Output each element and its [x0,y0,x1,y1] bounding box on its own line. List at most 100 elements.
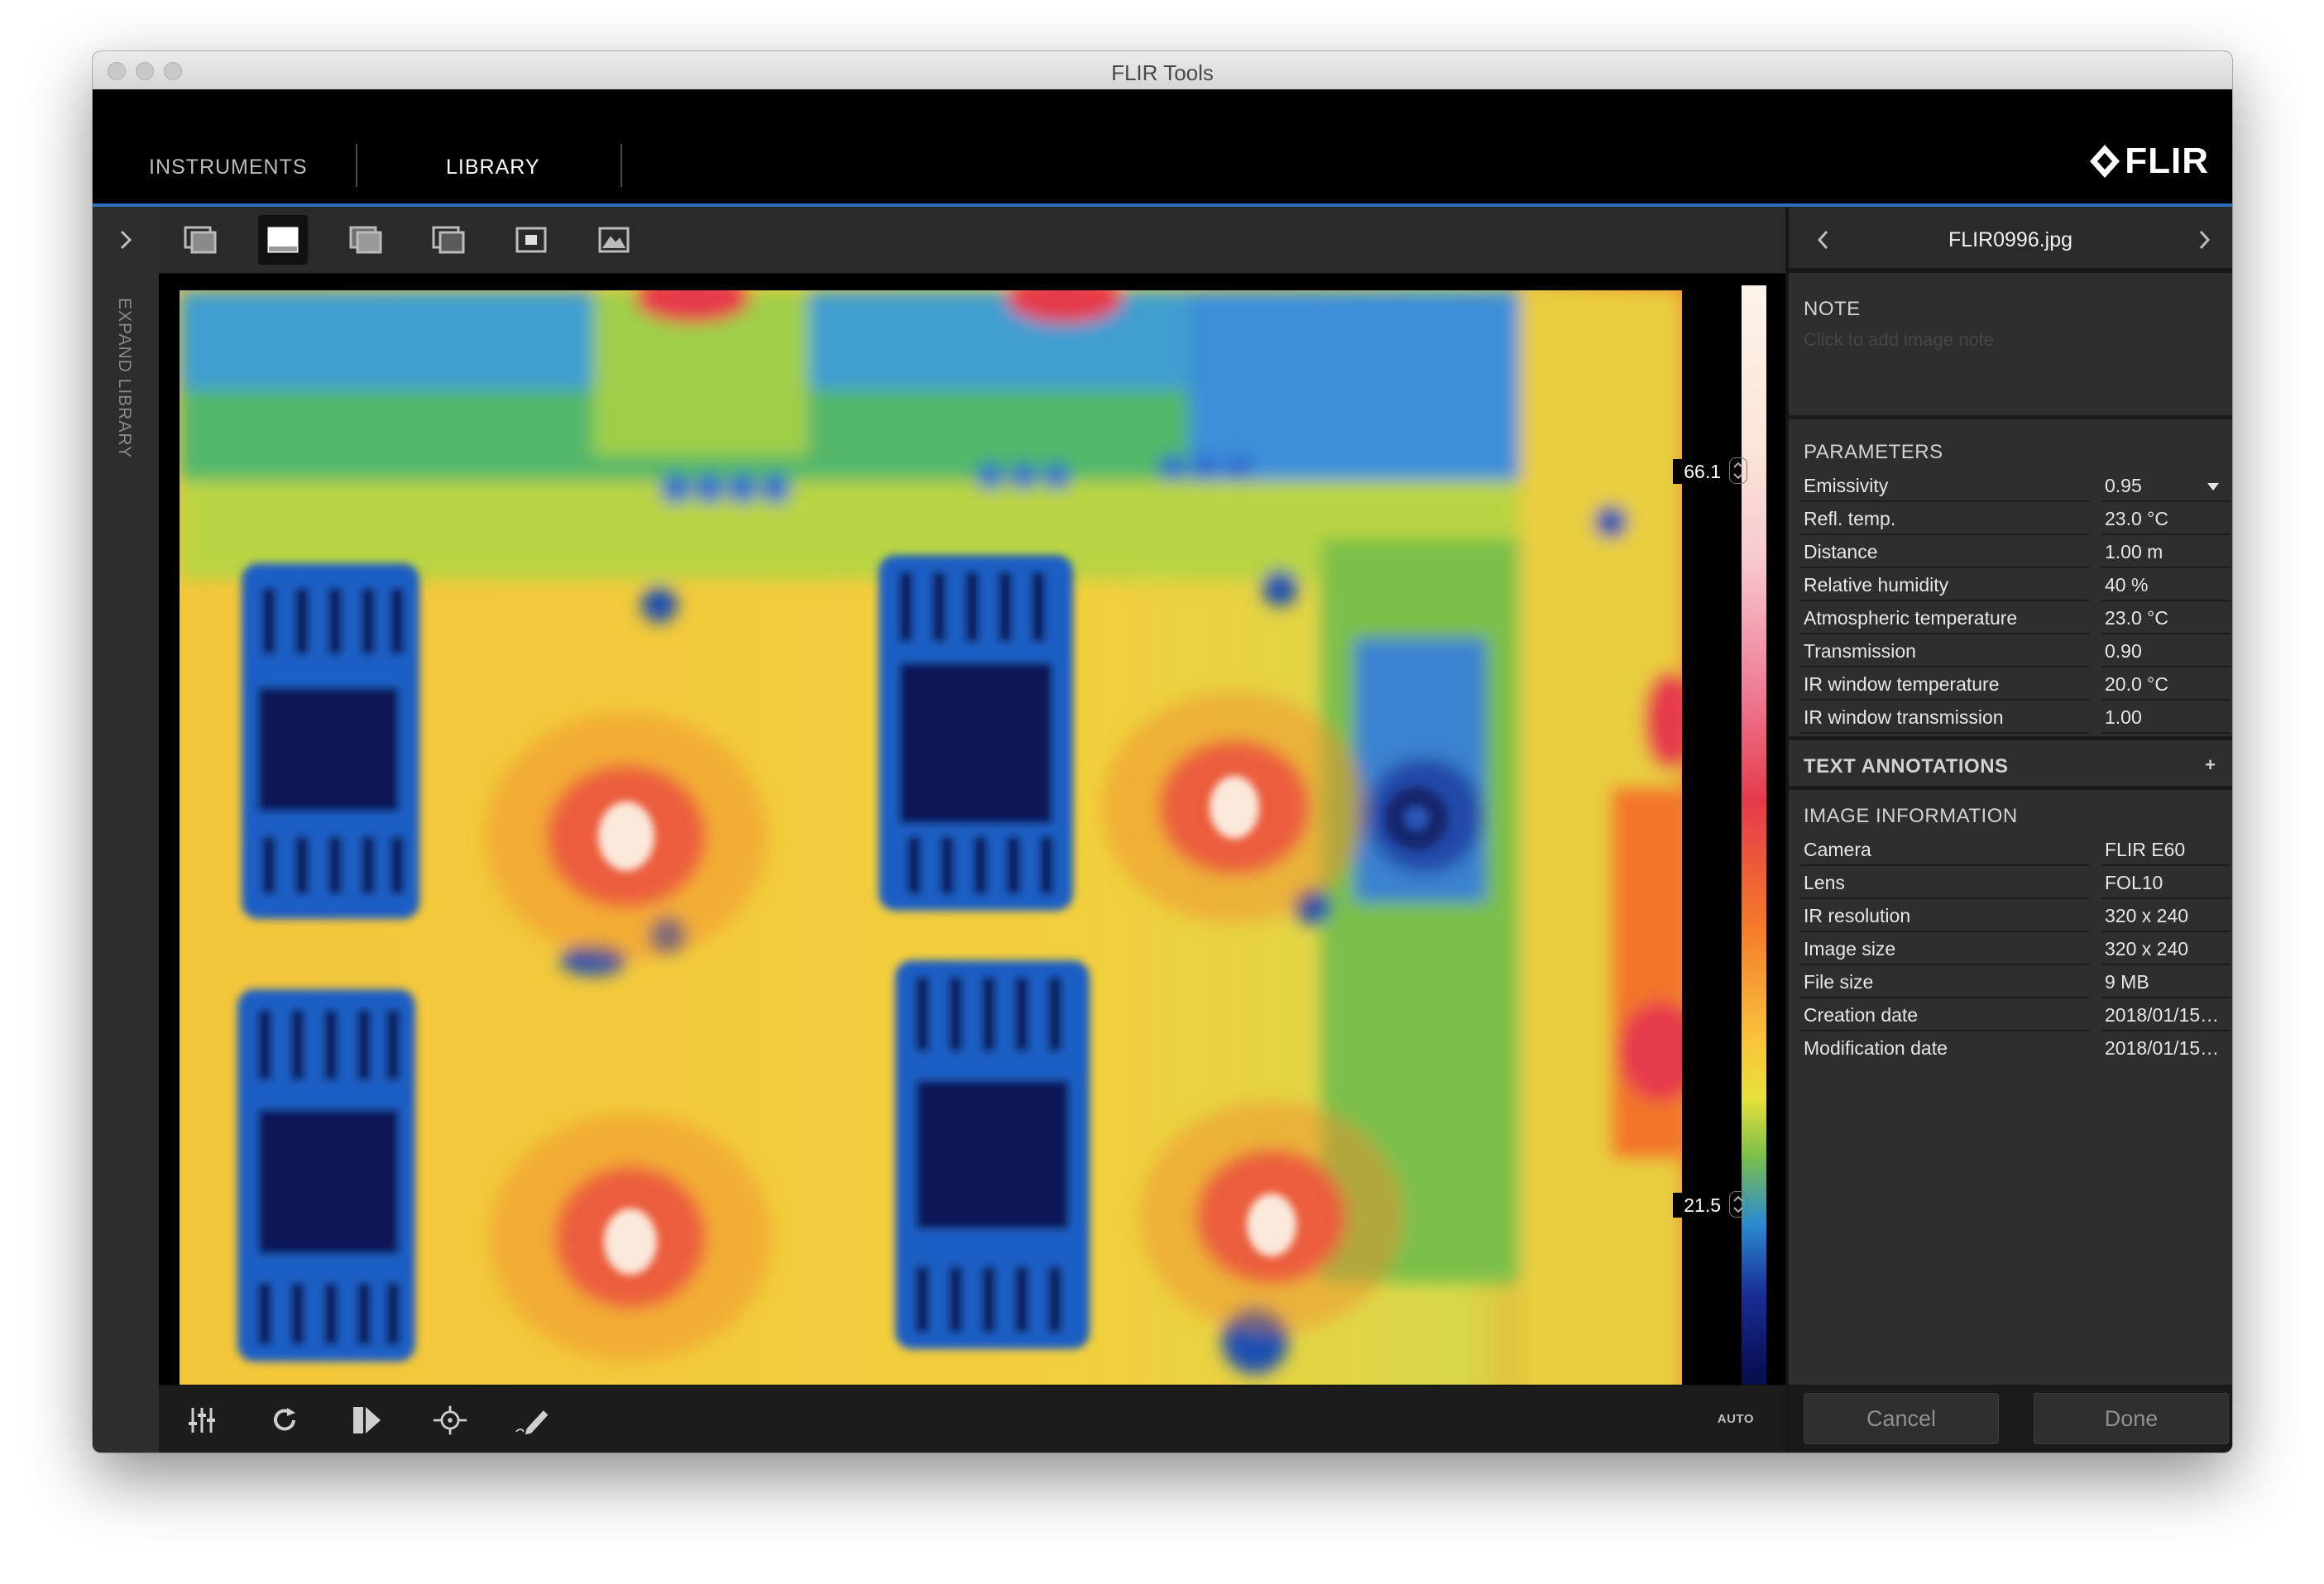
thermal-blending-button[interactable] [424,215,473,265]
info-row-image-size: Image size 320 x 240 [1789,933,2232,966]
auto-scale-label[interactable]: AUTO [1718,1412,1754,1426]
add-annotation-button[interactable]: + [2205,754,2216,776]
tab-instruments[interactable]: INSTRUMENTS [149,156,308,179]
cancel-button[interactable]: Cancel [1804,1393,1999,1444]
param-value-field[interactable]: 20.0 °C [2105,673,2227,696]
info-value: 9 MB [2105,971,2149,993]
done-button[interactable]: Done [2034,1393,2229,1444]
param-label: Refl. temp. [1804,508,1896,529]
measurement-tool-button[interactable] [432,1402,468,1438]
tab-library[interactable]: LIBRARY [446,156,540,179]
panel-footer: Cancel Done [1789,1385,2232,1452]
thermal-msx-icon [349,226,382,254]
digital-photo-button[interactable] [589,215,639,265]
image-mode-toolbar [159,207,1785,274]
info-row-camera: Camera FLIR E60 [1789,834,2232,867]
palette-icon [353,1407,381,1433]
param-label: Distance [1804,541,1878,562]
palette-button[interactable] [349,1402,386,1438]
tab-divider [356,144,357,187]
parameters-section-title: PARAMETERS [1804,441,1943,463]
section-divider [1789,415,2232,419]
param-label: IR window temperature [1804,673,2000,695]
parameter-row-distance: Distance 1.00 m [1789,536,2232,569]
parameter-row-transmission: Transmission 0.90 [1789,635,2232,668]
info-row-ir-resolution: IR resolution 320 x 240 [1789,900,2232,933]
thermal-image[interactable] [180,290,1682,1415]
scale-min-stepper[interactable] [1729,1191,1747,1218]
annotate-button[interactable] [515,1402,551,1438]
fusion-picture-in-picture-icon [184,226,217,254]
param-label: Emissivity [1804,475,1889,496]
param-value-field[interactable]: 0.90 [2105,640,2227,663]
thermal-msx-button[interactable] [341,215,391,265]
thermal-image-graphic [180,290,1682,1415]
adjust-sliders-icon [189,1408,215,1433]
info-value: 2018/01/15… [2105,1004,2220,1026]
app-nav-bar: INSTRUMENTS LIBRARY FLIR [93,89,2232,207]
parameter-row-relative-humidity: Relative humidity 40 % [1789,569,2232,602]
parameter-row-atmospheric-temperature: Atmospheric temperature 23.0 °C [1789,602,2232,635]
scale-max-value[interactable]: 66.1 [1673,459,1724,484]
info-value: 2018/01/15… [2105,1037,2220,1059]
info-value: FOL10 [2105,872,2163,893]
info-label: File size [1804,971,1874,993]
ir-image-button[interactable] [258,215,308,265]
info-label: IR resolution [1804,905,1911,926]
flir-logo-text: FLIR [2125,141,2209,181]
param-value-field[interactable]: 40 % [2105,574,2227,596]
chevron-right-icon [2199,230,2211,250]
picture-in-picture-button[interactable] [506,215,556,265]
note-section-title: NOTE [1804,298,1861,320]
tab-divider [621,144,622,187]
param-value-field[interactable]: 1.00 m [2105,541,2227,563]
info-value: 320 x 240 [2105,905,2189,926]
collapsed-library: EXPAND LIBRARY [93,207,160,1452]
image-information-list: Camera FLIR E60 Lens FOL10 IR resolution… [1789,834,2232,1065]
image-information-section-title: IMAGE INFORMATION [1804,805,2018,827]
title-bar: FLIR Tools [93,51,2232,90]
file-nav-header: FLIR0996.jpg [1789,207,2232,273]
chevron-right-icon [120,230,132,250]
flir-logo-icon [2090,145,2120,178]
next-image-button[interactable] [2187,223,2221,256]
param-label: Transmission [1804,640,1916,662]
expand-library-label[interactable]: EXPAND LIBRARY [114,298,134,458]
section-divider [1789,786,2232,790]
param-label: Atmospheric temperature [1804,607,2018,629]
param-value-field[interactable]: 1.00 [2105,706,2227,729]
expand-library-button[interactable] [93,207,159,273]
info-row-file-size: File size 9 MB [1789,966,2232,999]
rotate-icon [274,1408,295,1431]
info-label: Image size [1804,938,1896,959]
image-viewer: 66.1 21.5 [159,274,1785,1440]
bottom-toolbar: AUTO [159,1385,1785,1452]
up-down-arrows-icon [1733,462,1743,480]
dropdown-arrow-icon[interactable] [2207,483,2219,491]
temperature-scale-bar[interactable] [1742,285,1766,1430]
file-name: FLIR0996.jpg [1948,228,2073,251]
scale-max-stepper[interactable] [1729,457,1747,484]
window-title: FLIR Tools [1111,60,1214,85]
adjust-button[interactable] [184,1402,220,1438]
parameter-row-refl-temp: Refl. temp. 23.0 °C [1789,503,2232,536]
digital-photo-icon [598,227,630,253]
measurement-tool-icon [433,1405,467,1435]
param-value-field[interactable]: 23.0 °C [2105,508,2227,530]
info-row-creation-date: Creation date 2018/01/15… [1789,999,2232,1032]
info-row-lens: Lens FOL10 [1789,867,2232,900]
rotate-button[interactable] [266,1402,303,1438]
fusion-picture-in-picture-button[interactable] [175,215,225,265]
parameter-row-ir-window-transmission: IR window transmission 1.00 [1789,701,2232,735]
picture-in-picture-icon [515,227,547,253]
section-divider [1789,736,2232,740]
info-label: Lens [1804,872,1845,893]
info-label: Creation date [1804,1004,1919,1026]
scale-min-value[interactable]: 21.5 [1673,1193,1724,1218]
param-value-field[interactable]: 23.0 °C [2105,607,2227,629]
note-input[interactable]: Click to add image note [1804,329,1994,351]
info-label: Modification date [1804,1037,1948,1059]
info-value: FLIR E60 [2105,839,2186,860]
annotate-pen-icon [515,1410,549,1435]
flir-logo: FLIR [2088,139,2209,184]
